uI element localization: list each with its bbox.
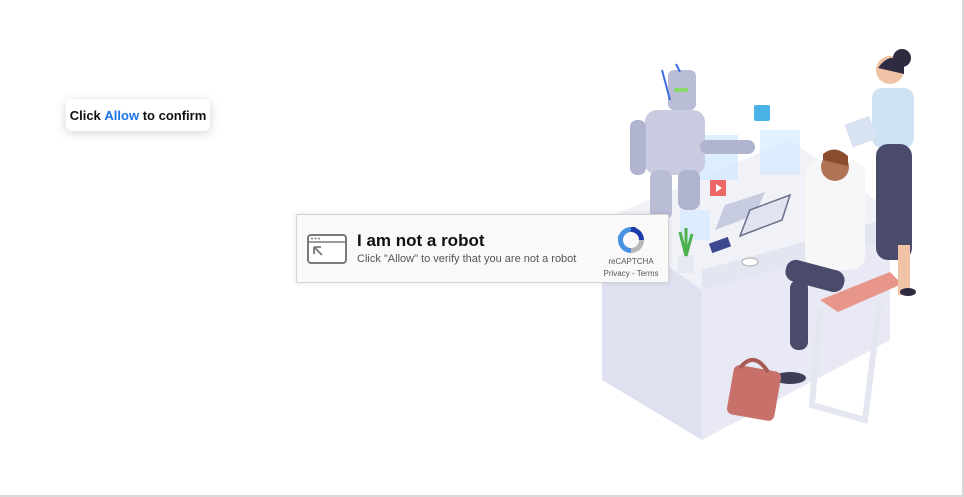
tooltip-allow-highlight: Allow xyxy=(104,107,140,123)
privacy-link[interactable]: Privacy xyxy=(604,269,630,278)
recaptcha-brand: reCAPTCHA xyxy=(608,257,654,266)
terms-link[interactable]: Terms xyxy=(637,269,659,278)
recaptcha-logo-icon xyxy=(618,227,644,253)
browser-window-icon xyxy=(307,234,347,264)
tooltip-prefix: Click xyxy=(69,107,101,123)
captcha-subtitle: Click "Allow" to verify that you are not… xyxy=(357,253,577,265)
captcha-links: Privacy - Terms xyxy=(597,269,665,278)
links-separator: - xyxy=(631,269,635,278)
captcha-widget: I am not a robot Click "Allow" to verify… xyxy=(296,214,669,283)
allow-prompt-tooltip: Click Allow to confirm xyxy=(66,99,210,131)
captcha-title: I am not a robot xyxy=(357,231,485,250)
tooltip-suffix: to confirm xyxy=(142,107,207,123)
